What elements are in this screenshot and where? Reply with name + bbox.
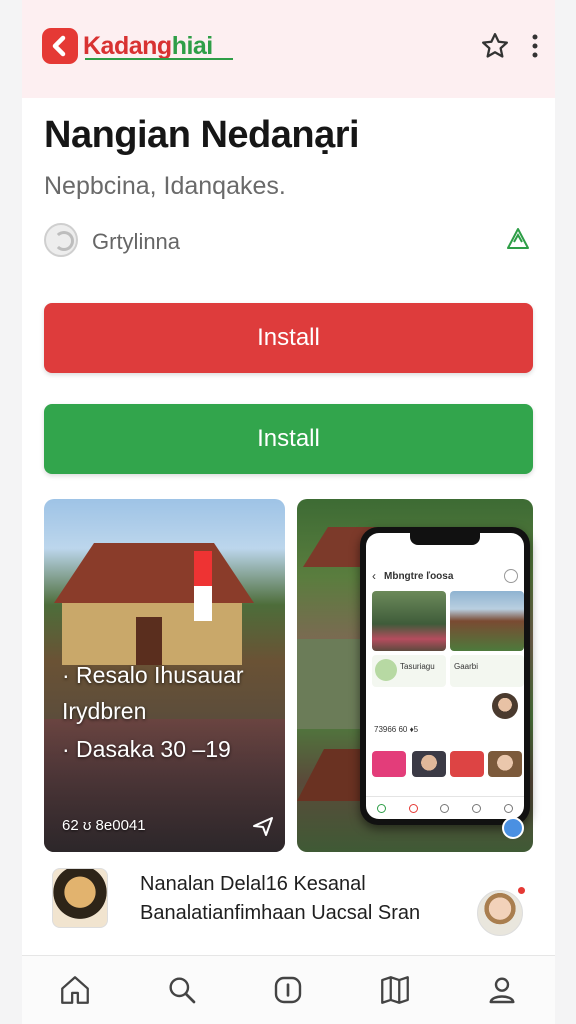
mockup-thumb-4[interactable] (488, 751, 522, 777)
brand-underline (85, 58, 233, 60)
mockup-header: ‹ Mbngtre ľoosa (372, 567, 518, 585)
profile-icon[interactable] (476, 964, 528, 1016)
info-row[interactable]: Nanalan Delal16 Kesanal Banalatianfimhaa… (44, 860, 533, 954)
bottom-nav (22, 955, 555, 1024)
mockup-home-icon[interactable] (377, 803, 387, 813)
shot1-line3: · Dasaka 30 –19 (62, 736, 231, 762)
mockup-card-1[interactable]: Tasuriagu (372, 655, 446, 687)
bookmark-icon[interactable] (369, 964, 421, 1016)
info-text: Nanalan Delal16 Kesanal Banalatianfimhaa… (140, 873, 421, 924)
share-icon[interactable] (502, 224, 534, 256)
mockup-card-2[interactable]: Gaarbi (450, 655, 524, 687)
user-avatar[interactable] (477, 890, 523, 936)
mockup-photo-2[interactable] (450, 591, 524, 651)
mockup-thumb-2[interactable] (412, 751, 446, 777)
shot1-line1: · Resalo Ihusauar (62, 662, 244, 688)
brand-name-part1: Kadang (83, 31, 172, 60)
mockup-avatar[interactable] (492, 693, 518, 719)
phone-mockup-screen: ‹ Mbngtre ľoosa Tasuriagu Gaarbi 73966 6… (366, 533, 524, 819)
mockup-counter: 73966 60 ♦5 (374, 725, 419, 734)
mockup-nav-icon-5[interactable] (503, 803, 513, 813)
brand[interactable]: Kadanghiai (42, 28, 233, 64)
more-vertical-icon[interactable] (515, 26, 555, 66)
mockup-photo-1[interactable] (372, 591, 446, 651)
top-actions (475, 26, 555, 66)
mockup-record-icon[interactable] (408, 803, 418, 813)
developer-avatar-icon (44, 223, 78, 257)
house-roof (54, 543, 254, 603)
top-bar: Kadanghiai (22, 0, 555, 98)
home-icon[interactable] (49, 964, 101, 1016)
star-icon[interactable] (475, 26, 515, 66)
mockup-card-1-text: Tasuriagu (400, 662, 435, 671)
verified-badge-icon (502, 817, 524, 839)
house-door (136, 617, 162, 665)
mockup-card-2-text: Gaarbi (454, 662, 479, 671)
app-screen: Kadanghiai Nangian Nedanạri Nepbcina, Id… (22, 0, 555, 1024)
mockup-bottom-nav (366, 796, 524, 819)
brand-name-part2: hiai (171, 31, 214, 60)
phone-mockup: ‹ Mbngtre ľoosa Tasuriagu Gaarbi 73966 6… (360, 527, 530, 825)
developer-row: Grtylinna (44, 222, 534, 262)
info-icon[interactable] (262, 964, 314, 1016)
mockup-thumb-1[interactable] (372, 751, 406, 777)
mockup-title: Mbngtre ľoosa (384, 570, 454, 582)
notification-dot (518, 887, 525, 894)
install-button-secondary[interactable]: Install (44, 404, 533, 474)
app-subtitle: Nepbcina, Idanqakes. (44, 172, 286, 200)
info-avatar (52, 868, 108, 928)
brand-name: Kadanghiai (83, 32, 213, 61)
flag (194, 551, 212, 621)
shot1-line2: Irydbren (62, 698, 147, 724)
app-title: Nangian Nedanạri (44, 114, 360, 156)
install-button-primary[interactable]: Install (44, 303, 533, 373)
developer-name[interactable]: Grtylinna (92, 229, 180, 255)
brand-logo-icon (42, 28, 78, 64)
send-icon[interactable] (251, 814, 275, 838)
shot1-caption: 62 ʊ 8e0041 (62, 817, 146, 834)
mockup-thumb-3[interactable] (450, 751, 484, 777)
back-arrow-icon[interactable]: ‹ (372, 569, 376, 583)
phone-notch (410, 533, 480, 545)
screenshot-1[interactable]: · Resalo Ihusauar Irydbren · Dasaka 30 –… (44, 499, 285, 852)
mockup-nav-icon-3[interactable] (440, 803, 450, 813)
mockup-menu-icon[interactable] (504, 569, 518, 583)
mockup-card-1-icon (375, 659, 397, 681)
search-icon[interactable] (156, 964, 208, 1016)
mockup-nav-icon-4[interactable] (472, 803, 482, 813)
